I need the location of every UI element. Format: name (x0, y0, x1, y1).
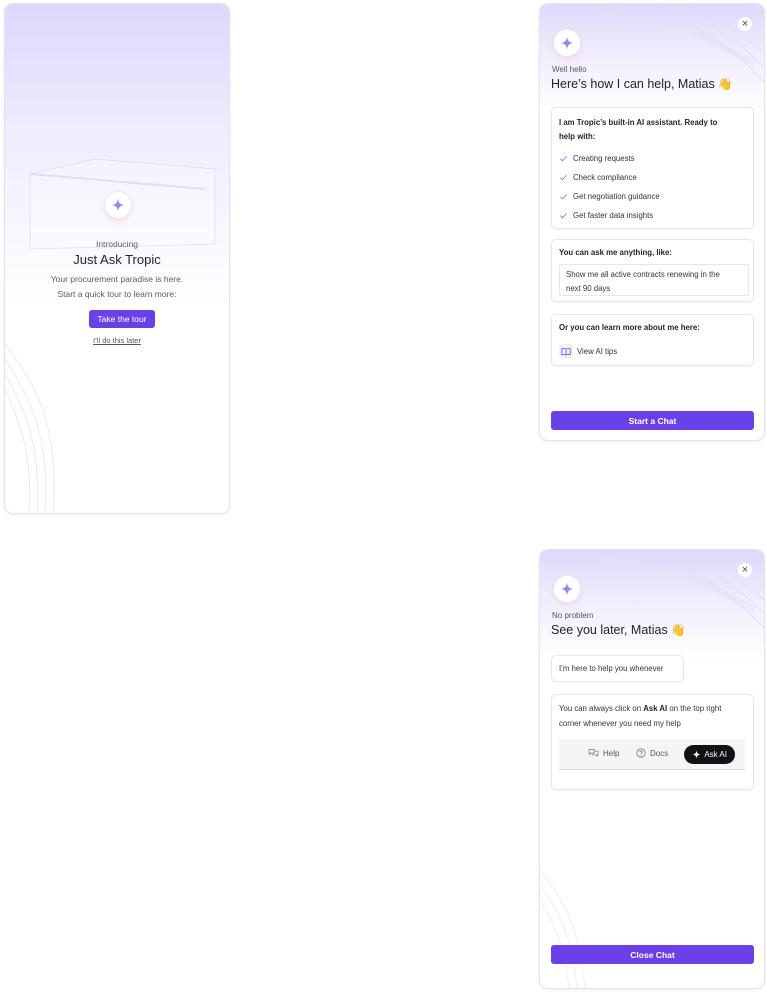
hint-box: You can always click on Ask AI on the to… (551, 694, 754, 790)
close-icon[interactable]: × (738, 17, 752, 31)
do-later-link[interactable]: I’ll do this later (5, 336, 229, 345)
sparkle-icon (111, 198, 125, 212)
docs-item: Docs (636, 748, 668, 758)
intro-subtitle-line: Start a quick tour to learn more: (57, 289, 177, 299)
intro-subtitle-line: Your procurement paradise is here. (50, 274, 184, 284)
help-panel: × Well hello Here’s how I can help, Mati… (539, 3, 765, 441)
view-ai-tips-link[interactable]: View AI tips (559, 344, 617, 358)
goodbye-title: See you later, Matias 👋 (551, 623, 686, 637)
hint-bold: Ask AI (643, 704, 668, 713)
hint-suffix: on the top right (667, 704, 722, 713)
view-ai-tips-label: View AI tips (577, 346, 618, 356)
goodbye-eyebrow: No problem (552, 611, 594, 620)
help-eyebrow: Well hello (552, 65, 587, 74)
capabilities-title-line: help with: (559, 132, 596, 141)
ask-ai-label: Ask AI (704, 750, 727, 759)
check-icon (560, 193, 567, 200)
capabilities-box: I am Tropic’s built-in AI assistant. Rea… (551, 107, 754, 229)
wave-emoji: 👋 (717, 77, 733, 91)
goodbye-gradient (540, 550, 764, 660)
help-title: Here’s how I can help, Matias 👋 (551, 77, 733, 91)
close-icon[interactable]: × (738, 563, 752, 577)
capability-item: Get negotiation guidance (559, 192, 660, 201)
ask-box: You can ask me anything, like: Show me a… (551, 239, 754, 302)
ask-ai-pill: Ask AI (684, 745, 735, 764)
check-icon (560, 212, 567, 219)
capability-item: Check compliance (559, 173, 637, 182)
sparkle-badge (105, 192, 131, 218)
goodbye-title-text: See you later, Matias (551, 623, 668, 637)
capability-label: Get faster data insights (573, 211, 654, 220)
capability-item: Creating requests (559, 154, 635, 163)
intro-title: Just Ask Tropic (73, 252, 161, 267)
goodbye-panel: × No problem See you later, Matias 👋 I’m… (539, 549, 765, 989)
learn-box: Or you can learn more about me here: Vie… (551, 314, 754, 366)
mini-toolbar-preview: Help Docs Ask AI (559, 739, 745, 770)
check-icon (560, 155, 567, 162)
hint-prefix: You can always click on (559, 704, 644, 713)
sparkle-badge (554, 576, 580, 602)
chat-bubbles-icon (588, 749, 599, 758)
capability-label: Get negotiation guidance (573, 192, 660, 201)
hint-line: You can always click on Ask AI on the to… (559, 701, 751, 716)
check-icon (560, 174, 567, 181)
help-label: Help (603, 748, 620, 758)
capabilities-title: I am Tropic’s built-in AI assistant. Rea… (559, 116, 717, 144)
learn-title: Or you can learn more about me here: (559, 323, 700, 332)
intro-subtitle: Your procurement paradise is here. Start… (5, 272, 229, 302)
help-gradient (540, 4, 764, 114)
sparkle-icon (560, 36, 574, 50)
message-bubble: I’m here to help you whenever (551, 655, 684, 682)
close-chat-button[interactable]: Close Chat (551, 945, 754, 964)
intro-card: Introducing Just Ask Tropic Your procure… (4, 3, 230, 514)
docs-label: Docs (650, 748, 669, 758)
capabilities-title-line: I am Tropic’s built-in AI assistant. Rea… (559, 118, 718, 127)
example-question[interactable]: Show me all active contracts renewing in… (559, 264, 749, 296)
help-title-text: Here’s how I can help, Matias (551, 77, 715, 91)
sparkle-icon (560, 582, 574, 596)
sparkle-icon (692, 750, 701, 759)
capability-label: Check compliance (573, 173, 637, 182)
question-circle-icon (636, 748, 646, 758)
capability-label: Creating requests (573, 154, 635, 163)
hint-line: corner whenever you need my help (559, 719, 681, 728)
example-line: next 90 days (566, 284, 611, 293)
ask-title: You can ask me anything, like: (559, 248, 672, 257)
wave-emoji: 👋 (670, 623, 686, 637)
book-icon (559, 344, 573, 358)
take-tour-button[interactable]: Take the tour (89, 310, 155, 328)
intro-eyebrow: Introducing (95, 239, 139, 249)
capability-item: Get faster data insights (559, 211, 653, 220)
help-item: Help (588, 748, 619, 758)
message-text: I’m here to help you whenever (559, 664, 664, 673)
start-chat-button[interactable]: Start a Chat (551, 411, 754, 430)
sparkle-badge (554, 30, 580, 56)
hint-text: You can always click on Ask AI on the to… (559, 701, 751, 731)
example-line: Show me all active contracts renewing in… (566, 270, 720, 279)
